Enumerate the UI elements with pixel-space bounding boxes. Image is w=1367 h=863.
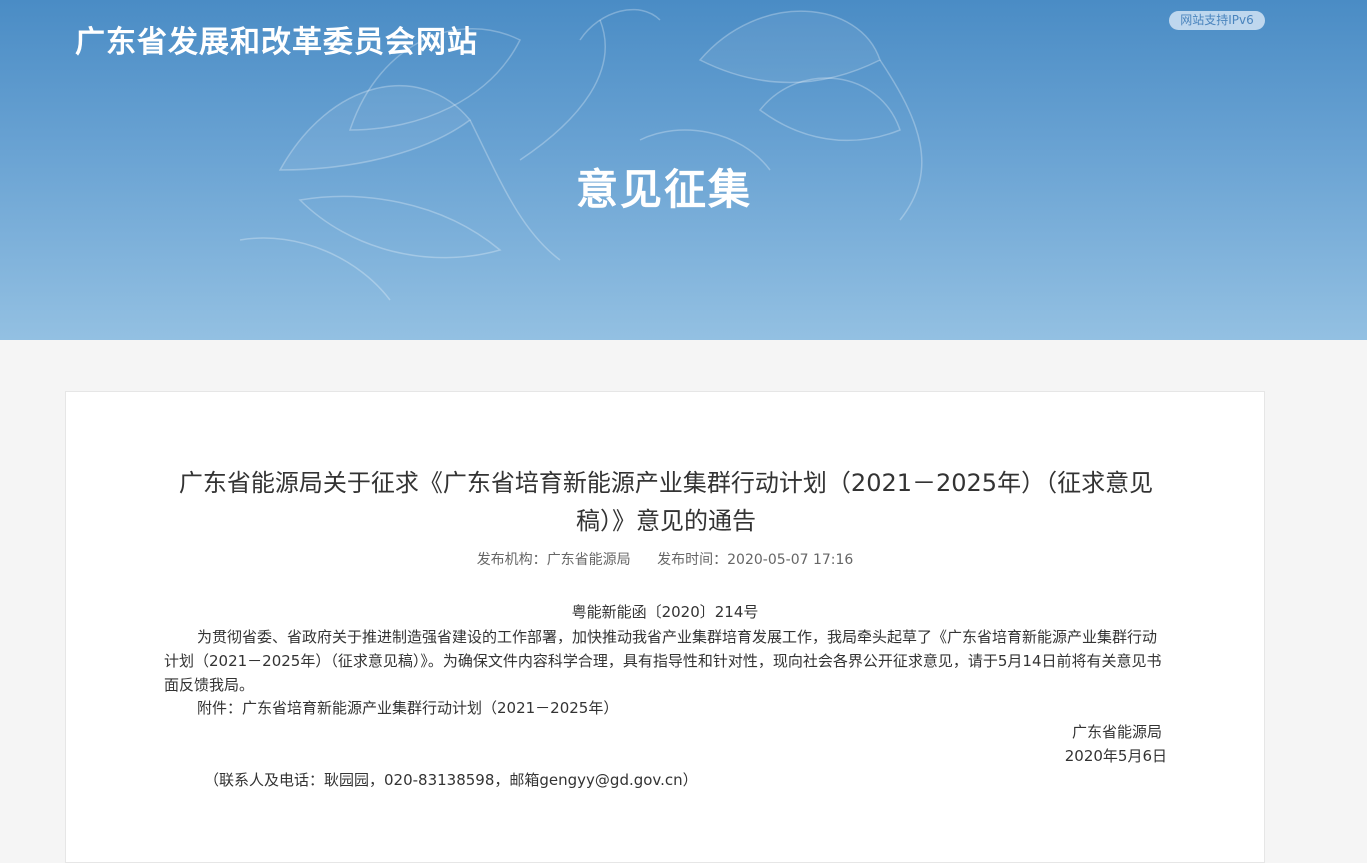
attachment-link[interactable]: 附件：广东省培育新能源产业集群行动计划（2021－2025年）	[164, 697, 1164, 718]
header-banner: 广东省发展和改革委员会网站 网站支持IPv6 意见征集	[0, 0, 1367, 340]
article-title: 广东省能源局关于征求《广东省培育新能源产业集群行动计划（2021－2025年）（…	[178, 469, 1154, 535]
article-meta: 发布机构：广东省能源局 发布时间：2020-05-07 17:16	[66, 549, 1264, 569]
section-title: 意见征集	[575, 165, 752, 214]
publisher-info: 发布机构：广东省能源局	[477, 552, 631, 568]
signature-date: 2020年5月6日	[1064, 747, 1167, 765]
publisher-label: 发布机构：	[476, 552, 547, 568]
publish-time-info: 发布时间：2020-05-07 17:16	[657, 552, 853, 568]
article-card: 广东省能源局关于征求《广东省培育新能源产业集群行动计划（2021－2025年）（…	[65, 391, 1265, 863]
publish-time-value: 2020-05-07 17:16	[727, 552, 854, 568]
ipv6-badge: 网站支持IPv6	[1169, 11, 1265, 30]
publish-time-label: 发布时间：	[657, 552, 728, 568]
document-number: 粤能新能函〔2020〕214号	[571, 603, 759, 621]
contact-info: （联系人及电话：耿园园，020-83138598，邮箱gengyy@gd.gov…	[204, 771, 698, 789]
signature-organization: 广东省能源局	[1071, 723, 1162, 741]
site-title[interactable]: 广东省发展和改革委员会网站	[75, 17, 478, 61]
article-paragraph: 为贯彻省委、省政府关于推进制造强省建设的工作部署，加快推动我省产业集群培育发展工…	[164, 628, 1162, 694]
publisher-value: 广东省能源局	[546, 552, 631, 568]
